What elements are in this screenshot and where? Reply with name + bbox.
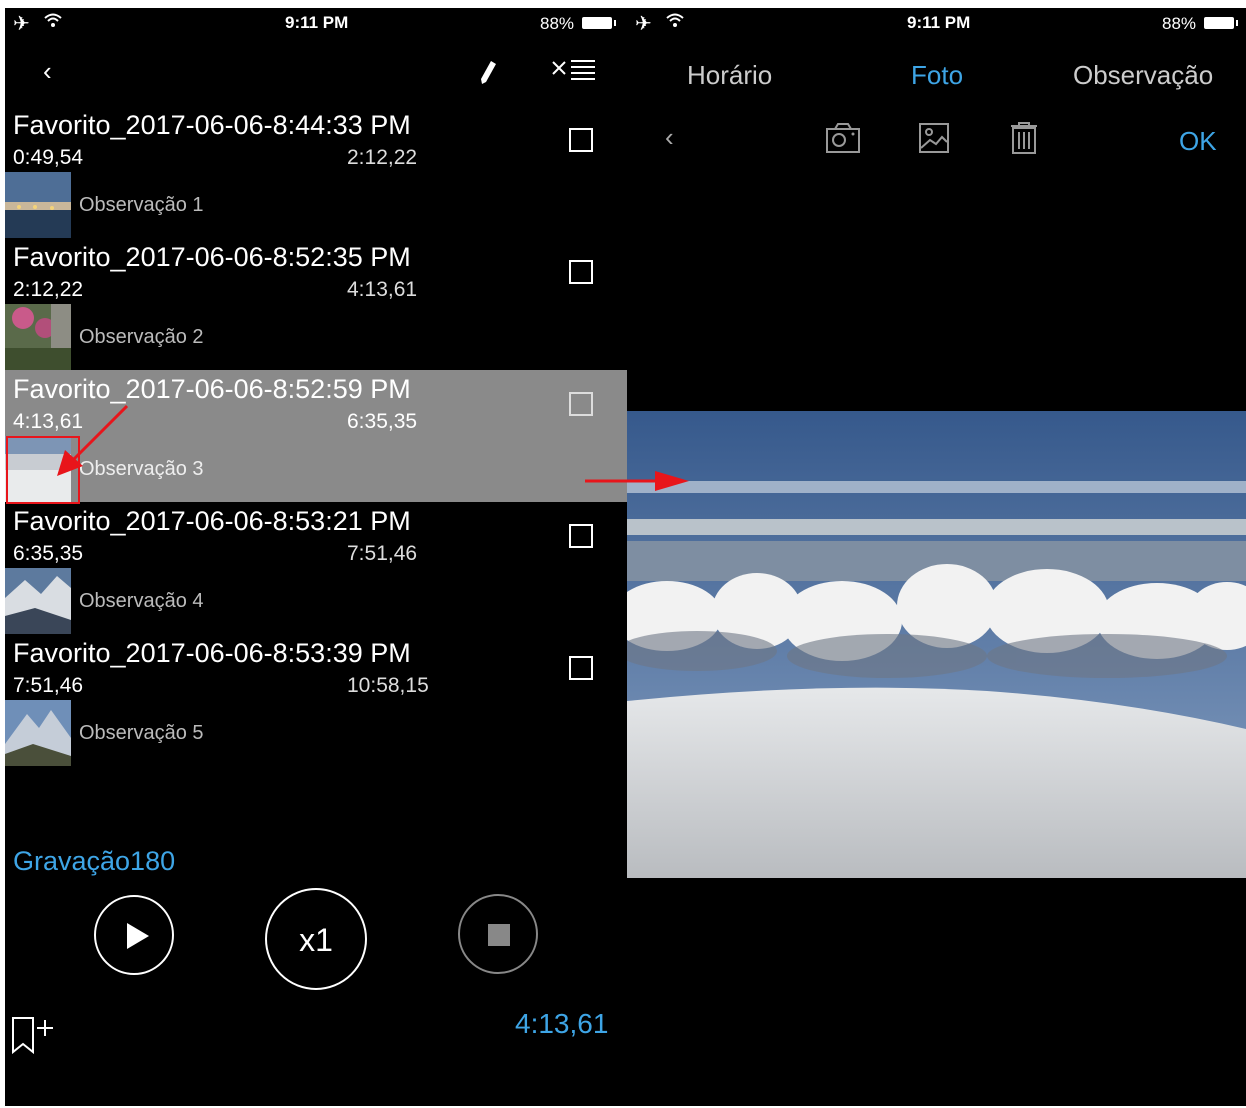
bookmark-note: Observação 4 bbox=[79, 590, 204, 612]
bookmark-end-time: 10:58,15 bbox=[347, 674, 429, 697]
playback-speed-label: x1 bbox=[299, 922, 333, 958]
playback-speed-button[interactable]: x1 bbox=[265, 888, 367, 990]
wifi-icon bbox=[43, 12, 63, 33]
trash-icon[interactable] bbox=[1010, 122, 1038, 159]
checkbox-icon[interactable] bbox=[569, 128, 593, 152]
gallery-icon[interactable] bbox=[918, 122, 950, 159]
camera-icon[interactable] bbox=[825, 122, 861, 159]
bookmark-title: Favorito_2017-06-06-8:53:39 PM bbox=[13, 638, 411, 668]
status-bar: ✈ 9:11 PM 88% bbox=[5, 8, 627, 38]
tab-horario[interactable]: Horário bbox=[687, 60, 772, 91]
battery-icon bbox=[582, 17, 616, 29]
photo-editor-screen: ✈ 9:11 PM 88% Horário Foto Observação ‹ … bbox=[627, 8, 1246, 1106]
battery-percent: 88% bbox=[540, 14, 575, 33]
checkbox-icon[interactable] bbox=[569, 524, 593, 548]
annotation-arrow bbox=[57, 404, 129, 476]
bookmark-note: Observação 2 bbox=[79, 326, 204, 348]
bookmark-note: Observação 5 bbox=[79, 722, 204, 744]
recording-name[interactable]: Gravação180 bbox=[13, 846, 175, 877]
status-bar: ✈ 9:11 PM 88% bbox=[627, 8, 1246, 38]
bookmark-note: Observação 1 bbox=[79, 194, 204, 216]
ok-button[interactable]: OK bbox=[1179, 126, 1217, 157]
checkbox-icon[interactable] bbox=[569, 656, 593, 680]
airplane-icon: ✈ bbox=[13, 13, 30, 35]
bookmark-thumbnail[interactable] bbox=[5, 172, 71, 238]
bookmark-add-icon[interactable] bbox=[11, 1016, 57, 1061]
pencil-icon[interactable] bbox=[479, 60, 497, 89]
bookmark-title: Favorito_2017-06-06-8:53:21 PM bbox=[13, 506, 411, 536]
bookmark-title: Favorito_2017-06-06-8:44:33 PM bbox=[13, 110, 411, 140]
stop-icon bbox=[488, 924, 510, 946]
bookmark-row[interactable]: Favorito_2017-06-06-8:44:33 PM 0:49,54 2… bbox=[5, 106, 627, 238]
play-button[interactable] bbox=[94, 895, 174, 975]
bookmark-row[interactable]: Favorito_2017-06-06-8:52:35 PM 2:12,22 4… bbox=[5, 238, 627, 370]
status-time: 9:11 PM bbox=[907, 13, 971, 32]
checkbox-icon[interactable] bbox=[569, 260, 593, 284]
status-time: 9:11 PM bbox=[285, 13, 349, 32]
battery-icon bbox=[1204, 17, 1238, 29]
bookmark-start-time: 0:49,54 bbox=[13, 146, 84, 169]
bookmark-end-time: 6:35,35 bbox=[347, 410, 418, 433]
bookmark-start-time: 7:51,46 bbox=[13, 674, 84, 697]
bookmark-start-time: 6:35,35 bbox=[13, 542, 84, 565]
bookmark-end-time: 7:51,46 bbox=[347, 542, 418, 565]
photo-preview bbox=[627, 411, 1246, 878]
checkbox-icon[interactable] bbox=[569, 392, 593, 416]
bookmark-end-time: 4:13,61 bbox=[347, 278, 418, 301]
airplane-icon: ✈ bbox=[635, 13, 652, 35]
back-chevron-icon[interactable]: ‹ bbox=[665, 122, 674, 153]
bookmark-start-time: 2:12,22 bbox=[13, 278, 84, 301]
bookmark-list-screen: ✈ 9:11 PM 88% ‹ Favorito_2017-06-06-8:44… bbox=[5, 8, 627, 1106]
annotation-arrow-right bbox=[585, 471, 689, 491]
bookmark-row[interactable]: Favorito_2017-06-06-8:53:39 PM 7:51,46 1… bbox=[5, 634, 627, 766]
bookmark-thumbnail[interactable] bbox=[5, 568, 71, 634]
bookmark-thumbnail[interactable] bbox=[5, 304, 71, 370]
tab-foto[interactable]: Foto bbox=[911, 60, 963, 91]
back-chevron-icon[interactable]: ‹ bbox=[43, 56, 52, 87]
tab-observacao[interactable]: Observação bbox=[1073, 60, 1213, 91]
clear-list-icon[interactable] bbox=[551, 58, 597, 87]
bookmark-end-time: 2:12,22 bbox=[347, 146, 418, 169]
stop-button[interactable] bbox=[458, 894, 538, 974]
battery-percent: 88% bbox=[1162, 14, 1197, 33]
bookmark-thumbnail[interactable] bbox=[5, 700, 71, 766]
play-icon bbox=[127, 923, 149, 949]
wifi-icon bbox=[665, 12, 685, 33]
current-playback-time: 4:13,61 bbox=[515, 1008, 609, 1039]
bookmark-title: Favorito_2017-06-06-8:52:35 PM bbox=[13, 242, 411, 272]
bookmark-row[interactable]: Favorito_2017-06-06-8:53:21 PM 6:35,35 7… bbox=[5, 502, 627, 634]
